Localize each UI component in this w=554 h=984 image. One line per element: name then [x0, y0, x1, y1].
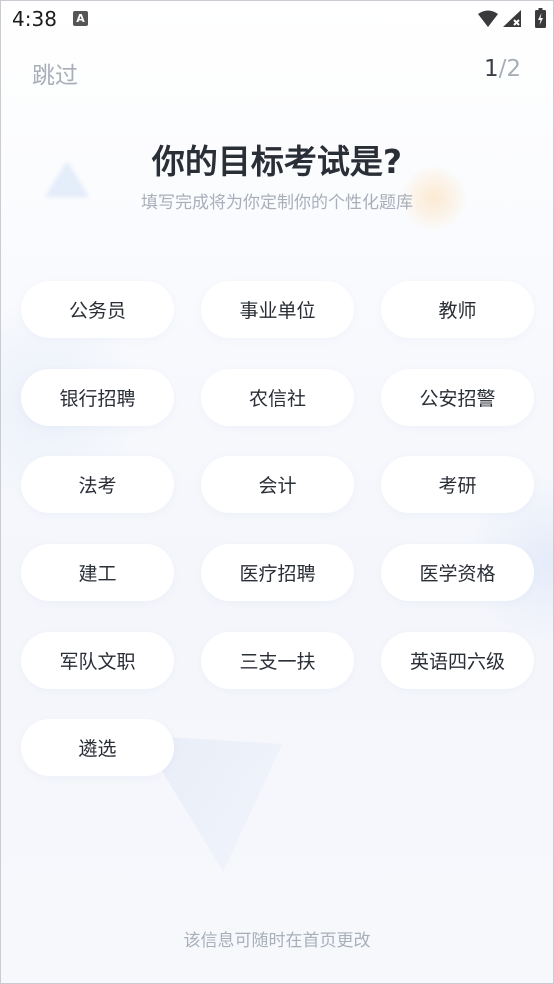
exam-option-chip[interactable]: 公务员	[21, 281, 174, 338]
skip-button[interactable]: 跳过	[32, 56, 78, 90]
page-title: 你的目标考试是?	[151, 142, 403, 181]
exam-option-chip[interactable]: 军队文职	[21, 632, 174, 689]
progress-total: 2	[506, 56, 522, 82]
exam-option-chip[interactable]: 教师	[381, 281, 534, 338]
page-subtitle: 填写完成将为你定制你的个性化题库	[141, 193, 413, 213]
exam-option-chip[interactable]: 遴选	[21, 719, 174, 776]
exam-option-chip[interactable]: 医学资格	[381, 544, 534, 601]
footer-note: 该信息可随时在首页更改	[183, 931, 371, 951]
exam-option-chip[interactable]: 考研	[381, 456, 534, 513]
exam-option-chip[interactable]: 英语四六级	[381, 632, 534, 689]
exam-option-chip[interactable]: 建工	[21, 544, 174, 601]
status-bar: 4:38 A	[1, 1, 553, 37]
battery-icon	[535, 8, 546, 28]
background-triangle-decoration	[101, 681, 321, 901]
status-time: 4:38	[12, 7, 57, 31]
exam-option-chip[interactable]: 事业单位	[201, 281, 354, 338]
exam-option-chip[interactable]: 公安招警	[381, 369, 534, 426]
exam-option-chip[interactable]: 银行招聘	[21, 369, 174, 426]
a-icon: A	[73, 11, 88, 26]
exam-option-chip[interactable]: 三支一扶	[201, 632, 354, 689]
signal-icon	[503, 10, 521, 27]
exam-option-chip[interactable]: 农信社	[201, 369, 354, 426]
exam-option-chip[interactable]: 法考	[21, 456, 174, 513]
exam-option-chip[interactable]: 医疗招聘	[201, 544, 354, 601]
wifi-icon	[478, 10, 498, 27]
progress-current: 1	[484, 56, 499, 82]
exam-option-chip[interactable]: 会计	[201, 456, 354, 513]
step-progress: 1/2	[484, 56, 521, 82]
onboarding-screen: 4:38 A 跳过 1/2 你的目标考试是? 填写完成将为你定制你的个性化题库 …	[0, 0, 554, 984]
